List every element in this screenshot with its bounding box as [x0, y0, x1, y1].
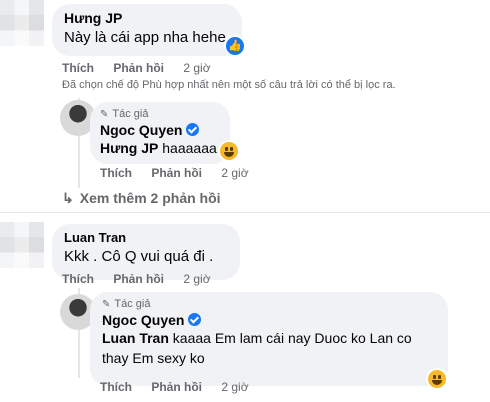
author-tag: ✎ Tác giả [100, 108, 149, 120]
reply-text: haaaaaa [162, 140, 217, 156]
avatar-hung-jp[interactable] [0, 0, 44, 46]
verified-badge-icon [188, 313, 202, 326]
like-button[interactable]: Thích [100, 380, 132, 394]
timestamp[interactable]: 2 giờ [221, 166, 248, 180]
comment-text: Này là cái app nha hehe [64, 29, 226, 46]
reply-text-line-1: kaaaa Em lam cái nay Duoc ko Lan co [172, 330, 412, 346]
haha-reaction-icon[interactable] [220, 142, 238, 160]
comment-actions: Thích Phản hồi 2 giờ [62, 272, 227, 286]
pencil-icon: ✎ [102, 298, 111, 310]
mention-link[interactable]: Luan Tran [102, 330, 169, 346]
like-button[interactable]: Thích [100, 166, 132, 180]
verified-badge-icon [186, 123, 200, 136]
author-tag: ✎ Tác giả [102, 298, 151, 310]
reply-button[interactable]: Phản hồi [151, 380, 202, 394]
reply-author[interactable]: Ngoc Quyen [100, 122, 182, 138]
view-more-replies-link[interactable]: ↳ Xem thêm 2 phản hồi [62, 190, 221, 207]
reply-actions: Thích Phản hồi 2 giờ [100, 166, 265, 180]
mention-link[interactable]: Hưng JP [100, 140, 158, 156]
reply-actions: Thích Phản hồi 2 giờ [100, 380, 265, 394]
comment-text: Kkk . Cô Q vui quá đi . [64, 248, 214, 265]
reply-bubble-ngoc-quyen: ✎ Tác giả Ngoc Quyen Hưng JP haaaaaa [90, 102, 230, 164]
comment-actions: Thích Phản hồi 2 giờ [62, 61, 227, 75]
like-reaction-icon[interactable]: 👍 [226, 37, 244, 55]
reply-arrow-icon: ↳ [62, 190, 74, 206]
reply-text-line-2: thay Em sexy ko [102, 350, 205, 366]
comment-author[interactable]: Hưng JP [64, 10, 230, 26]
reply-bubble-ngoc-quyen: ✎ Tác giả Ngoc Quyen Luan Tran kaaaa Em … [90, 292, 448, 386]
haha-reaction-icon[interactable] [428, 370, 446, 388]
filter-notice: Đã chọn chế độ Phù hợp nhất nên một số c… [62, 79, 396, 91]
divider [0, 212, 490, 213]
timestamp[interactable]: 2 giờ [221, 380, 248, 394]
comment-bubble-hung-jp: Hưng JP Này là cái app nha hehe [52, 4, 242, 56]
pencil-icon: ✎ [100, 108, 109, 120]
timestamp[interactable]: 2 giờ [183, 61, 210, 75]
reply-button[interactable]: Phản hồi [113, 272, 164, 286]
reply-button[interactable]: Phản hồi [151, 166, 202, 180]
timestamp[interactable]: 2 giờ [183, 272, 210, 286]
comment-author[interactable]: Luan Tran [64, 230, 228, 245]
reply-author[interactable]: Ngoc Quyen [102, 312, 184, 328]
like-button[interactable]: Thích [62, 61, 94, 75]
avatar-luan-tran[interactable] [0, 222, 44, 268]
reply-button[interactable]: Phản hồi [113, 61, 164, 75]
like-button[interactable]: Thích [62, 272, 94, 286]
